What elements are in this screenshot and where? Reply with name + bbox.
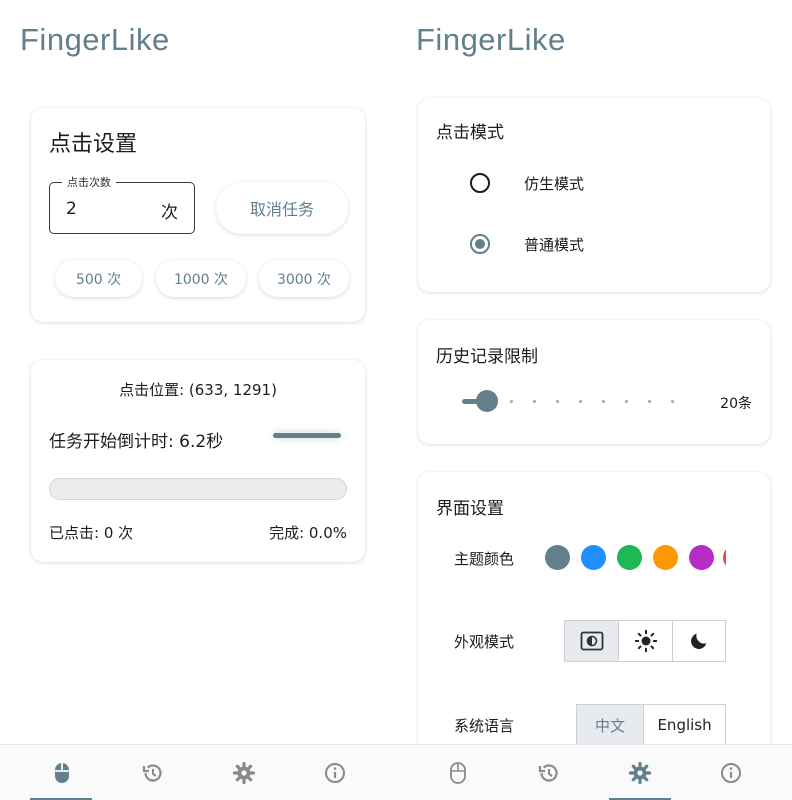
nav-tab-settings[interactable] (590, 745, 689, 800)
nav-tab-click[interactable] (408, 745, 507, 800)
clicked-count-text: 已点击: 0 次 (49, 524, 134, 542)
info-icon (720, 763, 741, 783)
appearance-light-button[interactable] (619, 621, 673, 661)
ui-settings-title: 界面设置 (436, 499, 504, 519)
bionic-mode-radio[interactable] (470, 173, 490, 193)
history-icon (538, 764, 558, 782)
nav-tab-history[interactable] (499, 745, 598, 800)
appearance-auto-button[interactable] (565, 621, 619, 661)
normal-mode-label: 普通模式 (524, 236, 585, 254)
nav-tab-about[interactable] (681, 745, 780, 800)
left-screen: FingerLike 点击设置 点击次数 2 次 取消任务 500 次 1000… (0, 0, 396, 800)
bottom-nav (396, 744, 792, 800)
countdown-indicator (273, 433, 341, 438)
slider-tick (579, 400, 582, 403)
right-screen: FingerLike 点击模式 仿生模式 普通模式 历史记录限制 20条 界面设… (396, 0, 792, 800)
normal-mode-radio[interactable] (470, 234, 490, 254)
auto-theme-icon (580, 631, 603, 651)
theme-color-swatches (540, 472, 726, 592)
task-progress-bar (49, 478, 347, 500)
click-mode-title: 点击模式 (436, 123, 504, 143)
moon-icon (691, 633, 707, 649)
app-title: FingerLike (20, 22, 170, 57)
bionic-mode-label: 仿生模式 (524, 175, 585, 193)
history-limit-card: 历史记录限制 20条 (418, 320, 770, 444)
settings-icon (232, 761, 255, 785)
history-limit-value: 20条 (720, 396, 752, 412)
mouse-icon (54, 763, 69, 783)
countdown-text: 任务开始倒计时: 6.2秒 (49, 432, 224, 452)
bottom-nav (0, 744, 396, 800)
appearance-dark-button[interactable] (673, 621, 725, 661)
slider-tick (556, 400, 559, 403)
sun-icon (634, 629, 657, 653)
settings-icon (628, 761, 651, 785)
history-limit-title: 历史记录限制 (436, 347, 538, 367)
click-count-suffix: 次 (161, 203, 178, 223)
nav-tab-about[interactable] (285, 745, 384, 800)
info-icon (324, 763, 345, 783)
click-mode-card: 点击模式 仿生模式 普通模式 (418, 98, 770, 292)
preset-1000-button[interactable]: 1000 次 (156, 260, 246, 297)
completed-percent-text: 完成: 0.0% (269, 524, 347, 542)
click-count-legend: 点击次数 (62, 174, 116, 190)
theme-swatch-blue[interactable] (581, 545, 606, 570)
theme-swatch-red[interactable] (723, 545, 726, 570)
mode-option-bionic[interactable]: 仿生模式 (418, 158, 770, 208)
theme-swatch-green[interactable] (617, 545, 642, 570)
language-english-button[interactable]: English (644, 705, 725, 745)
slider-tick (510, 400, 513, 403)
slider-tick (648, 400, 651, 403)
click-settings-title: 点击设置 (49, 132, 138, 157)
appearance-mode-toggle (564, 620, 726, 662)
nav-tab-settings[interactable] (194, 745, 293, 800)
language-chinese-button[interactable]: 中文 (577, 705, 645, 745)
cancel-task-button[interactable]: 取消任务 (216, 182, 348, 234)
appearance-mode-label: 外观模式 (454, 633, 515, 651)
mode-option-normal[interactable]: 普通模式 (418, 219, 770, 269)
nav-tab-click[interactable] (12, 745, 111, 800)
theme-color-label: 主题颜色 (454, 550, 515, 568)
slider-tick (671, 400, 674, 403)
click-count-field[interactable]: 点击次数 2 次 (49, 174, 195, 234)
theme-swatch-orange[interactable] (653, 545, 678, 570)
preset-500-button[interactable]: 500 次 (55, 260, 142, 297)
mouse-icon (449, 762, 466, 784)
history-icon (142, 764, 162, 782)
nav-tab-history[interactable] (103, 745, 202, 800)
preset-3000-button[interactable]: 3000 次 (259, 260, 349, 297)
click-settings-card: 点击设置 点击次数 2 次 取消任务 500 次 1000 次 3000 次 (31, 108, 365, 322)
click-count-input[interactable]: 2 (66, 199, 77, 219)
task-status-card: 点击位置: (633, 1291) 任务开始倒计时: 6.2秒 已点击: 0 次… (31, 360, 365, 562)
click-position-text: 点击位置: (633, 1291) (119, 381, 277, 399)
system-language-label: 系统语言 (454, 717, 515, 735)
slider-tick (625, 400, 628, 403)
slider-tick (533, 400, 536, 403)
theme-swatch-purple[interactable] (689, 545, 714, 570)
theme-swatch-slate[interactable] (545, 545, 570, 570)
language-toggle: 中文 English (576, 704, 726, 746)
slider-tick (602, 400, 605, 403)
app-title: FingerLike (416, 22, 566, 57)
slider-thumb[interactable] (476, 390, 498, 412)
